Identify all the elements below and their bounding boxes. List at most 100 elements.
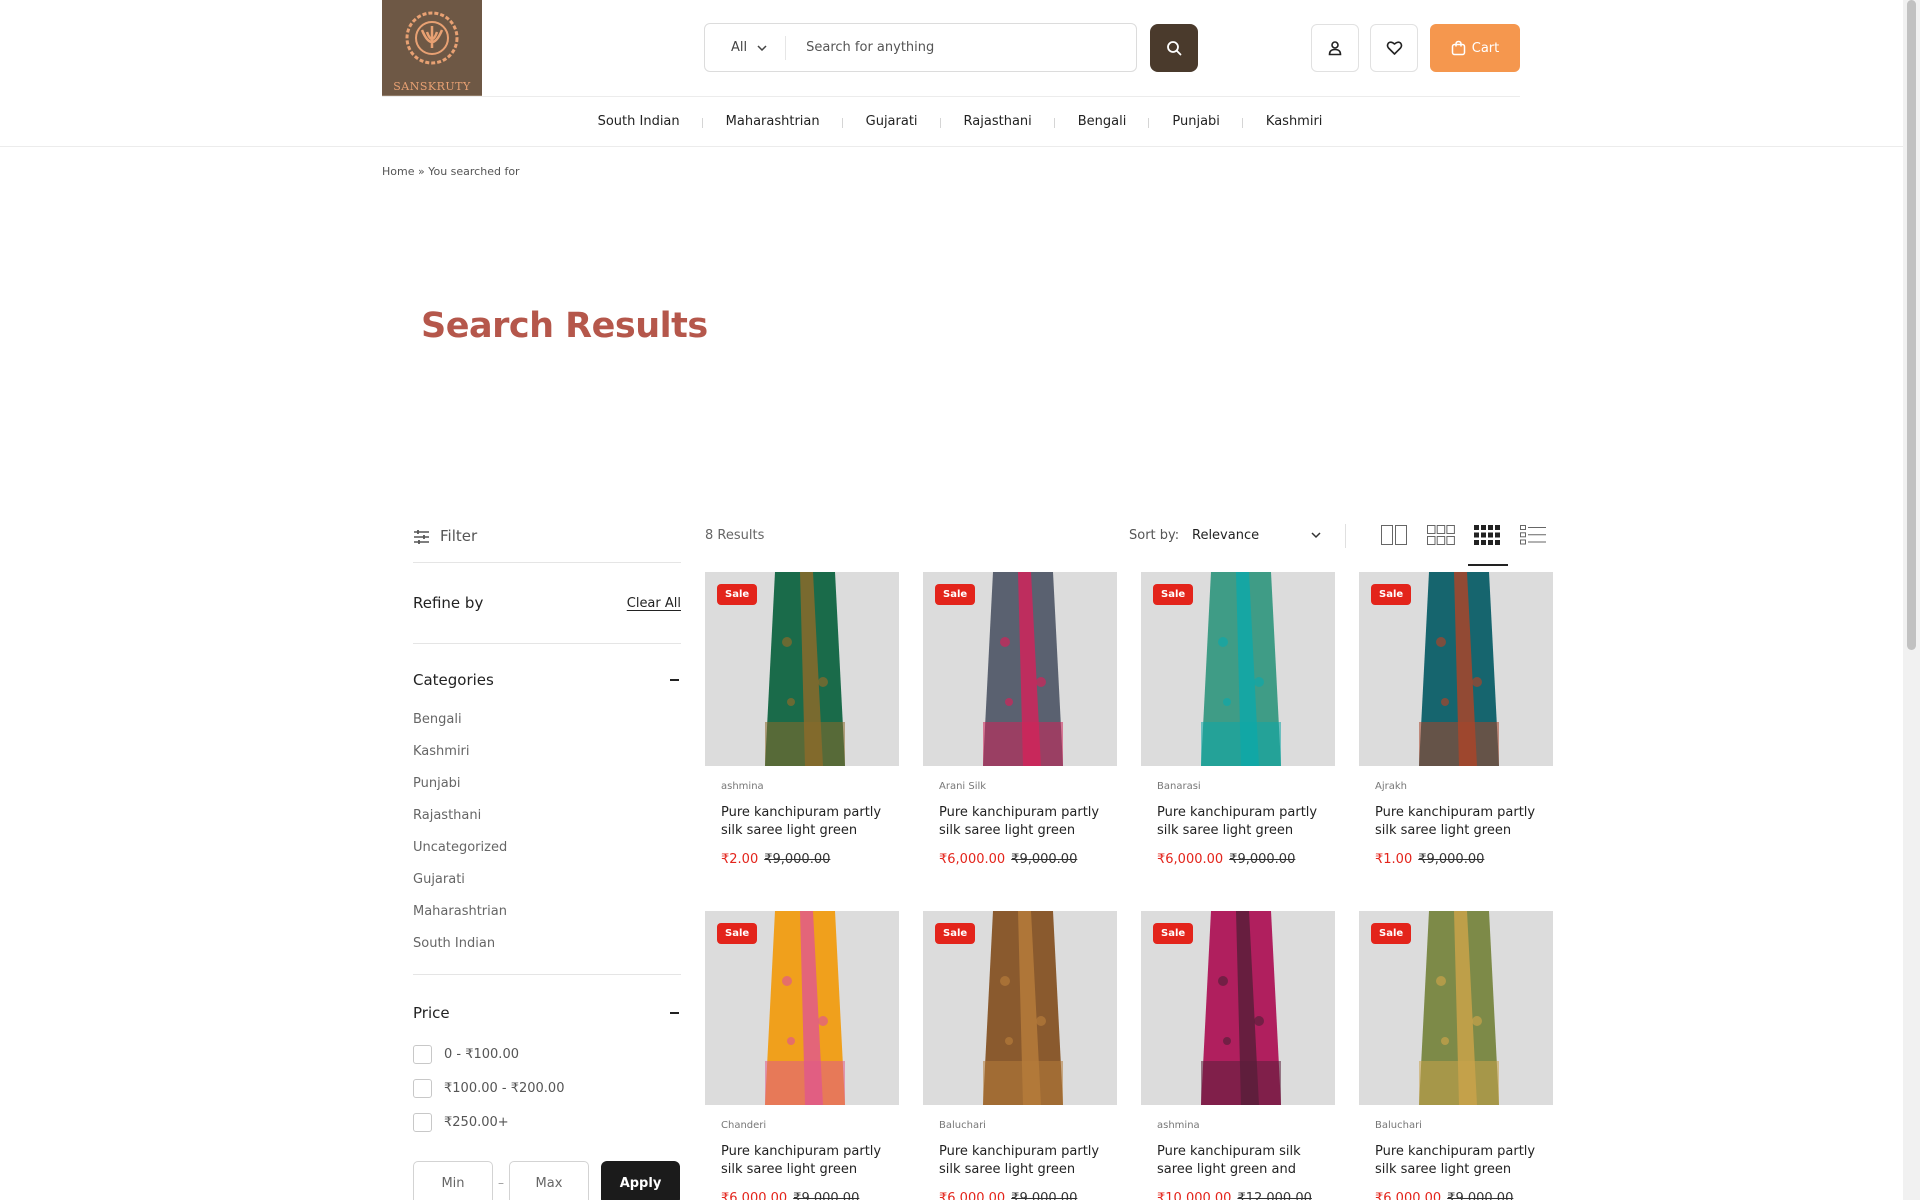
product-card[interactable]: Sale Baluchari Pure kanchipuram partly sil… <box>923 911 1117 1200</box>
product-name[interactable]: Pure kanchipuram partly silk saree light… <box>1375 1143 1537 1179</box>
category-item[interactable]: Punjabi <box>413 768 681 800</box>
product-image[interactable]: Sale <box>1359 572 1553 766</box>
regular-price: ₹9,000.00 <box>1011 1191 1078 1200</box>
product-brand[interactable]: Banarasi <box>1157 781 1319 793</box>
category-item[interactable]: Kashmiri <box>413 736 681 768</box>
search-button[interactable] <box>1150 24 1198 72</box>
sort-select[interactable]: Relevance <box>1192 528 1259 543</box>
price-checkbox[interactable] <box>413 1078 432 1098</box>
nav-item-maharashtrian[interactable]: Maharashtrian <box>701 114 843 129</box>
site-logo[interactable]: SANSKRUTY <box>382 0 482 97</box>
product-card[interactable]: Sale Banarasi Pure kanchipuram partly silk… <box>1141 572 1335 867</box>
product-image[interactable]: Sale <box>923 911 1117 1105</box>
clear-all-link[interactable]: Clear All <box>627 596 681 611</box>
product-card[interactable]: Sale ashmina Pure kanchipuram partly silk … <box>705 572 899 867</box>
product-brand[interactable]: Chanderi <box>721 1120 883 1132</box>
price-title: Price <box>413 1004 450 1022</box>
product-name[interactable]: Pure kanchipuram partly silk saree light… <box>939 1143 1101 1179</box>
product-image[interactable]: Sale <box>705 572 899 766</box>
breadcrumb[interactable]: Home » You searched for <box>382 165 520 178</box>
price-checkbox[interactable] <box>413 1112 432 1132</box>
product-brand[interactable]: Ajrakh <box>1375 781 1537 793</box>
nav-item-gujarati[interactable]: Gujarati <box>841 114 941 129</box>
categories-title: Categories <box>413 671 494 689</box>
filter-toggle[interactable]: Filter <box>413 520 681 552</box>
scrollbar-thumb[interactable] <box>1907 0 1916 650</box>
search-category-select[interactable]: All <box>705 35 787 60</box>
category-item[interactable]: Uncategorized <box>413 832 681 864</box>
product-price: ₹6,000.00 ₹9,000.00 <box>939 1191 1101 1200</box>
price-option[interactable]: 0 - ₹100.00 <box>413 1037 681 1071</box>
product-image[interactable]: Sale <box>1359 911 1553 1105</box>
refine-title: Refine by <box>413 594 484 612</box>
price-option-label: ₹250.00+ <box>444 1114 509 1130</box>
price-option[interactable]: ₹250.00+ <box>413 1105 681 1139</box>
nav-item-south-indian[interactable]: South Indian <box>575 114 703 129</box>
max-price-input[interactable] <box>509 1161 589 1200</box>
sale-price: ₹6,000.00 <box>1157 852 1224 867</box>
user-icon <box>1328 41 1342 56</box>
grid-4-columns-icon[interactable] <box>1474 525 1500 545</box>
chevron-down-icon <box>757 44 767 51</box>
apply-button[interactable]: Apply <box>601 1161 680 1200</box>
product-name[interactable]: Pure kanchipuram partly silk saree light… <box>939 804 1101 840</box>
price-option[interactable]: ₹100.00 - ₹200.00 <box>413 1071 681 1105</box>
product-card[interactable]: Sale Baluchari Pure kanchipuram partly sil… <box>1359 911 1553 1200</box>
nav-item-kashmiri[interactable]: Kashmiri <box>1241 114 1346 129</box>
regular-price: ₹9,000.00 <box>1011 852 1078 867</box>
product-card[interactable]: Sale Arani Silk Pure kanchipuram partly si… <box>923 572 1117 867</box>
product-name[interactable]: Pure kanchipuram partly silk saree light… <box>721 804 883 840</box>
product-name[interactable]: Pure kanchipuram partly silk saree light… <box>1375 804 1537 840</box>
product-name[interactable]: Pure kanchipuram partly silk saree light… <box>721 1143 883 1179</box>
grid-2-columns-icon[interactable] <box>1381 525 1407 545</box>
product-name[interactable]: Pure kanchipuram partly silk saree light… <box>1157 804 1319 840</box>
nav-item-bengali[interactable]: Bengali <box>1053 114 1150 129</box>
cart-button[interactable]: Cart <box>1430 24 1520 72</box>
product-brand[interactable]: Baluchari <box>1375 1120 1537 1132</box>
regular-price: ₹9,000.00 <box>1447 1191 1514 1200</box>
product-card[interactable]: Sale Chanderi Pure kanchipuram partly silk… <box>705 911 899 1200</box>
nav-item-rajasthani[interactable]: Rajasthani <box>939 114 1055 129</box>
product-brand[interactable]: ashmina <box>721 781 883 793</box>
category-item[interactable]: Bengali <box>413 704 681 736</box>
sale-badge: Sale <box>717 923 758 944</box>
chevron-down-icon[interactable] <box>1311 528 1321 542</box>
product-card[interactable]: Sale Ajrakh Pure kanchipuram partly silk s… <box>1359 572 1553 867</box>
product-name[interactable]: Pure kanchipuram silk saree light green … <box>1157 1143 1319 1179</box>
product-image[interactable]: Sale <box>1141 911 1335 1105</box>
min-price-input[interactable] <box>413 1161 493 1200</box>
product-image[interactable]: Sale <box>1141 572 1335 766</box>
product-card[interactable]: Sale ashmina Pure kanchipuram silk saree l… <box>1141 911 1335 1200</box>
price-header[interactable]: Price <box>413 997 681 1029</box>
collapse-minus-icon <box>670 679 679 681</box>
categories-header[interactable]: Categories <box>413 664 681 696</box>
product-image[interactable]: Sale <box>923 572 1117 766</box>
product-brand[interactable]: Arani Silk <box>939 781 1101 793</box>
category-item[interactable]: Gujarati <box>413 864 681 896</box>
price-option-label: 0 - ₹100.00 <box>444 1046 519 1062</box>
product-brand[interactable]: Baluchari <box>939 1120 1101 1132</box>
list-view-icon[interactable] <box>1520 525 1546 545</box>
sale-price: ₹10,000.00 <box>1157 1191 1232 1200</box>
main-nav: South Indian Maharashtrian Gujarati Raja… <box>0 97 1920 147</box>
divider <box>413 974 681 975</box>
cart-label: Cart <box>1471 40 1500 56</box>
category-item[interactable]: South Indian <box>413 928 681 960</box>
product-brand[interactable]: ashmina <box>1157 1120 1319 1132</box>
search-input[interactable] <box>786 24 1136 71</box>
price-checkbox[interactable] <box>413 1044 432 1064</box>
sale-badge: Sale <box>1153 584 1194 605</box>
sliders-icon <box>414 529 429 544</box>
product-price: ₹6,000.00 ₹9,000.00 <box>1375 1191 1537 1200</box>
sale-badge: Sale <box>935 923 976 944</box>
sale-price: ₹1.00 <box>1375 852 1413 867</box>
product-image[interactable]: Sale <box>705 911 899 1105</box>
grid-3-columns-icon[interactable] <box>1427 525 1455 545</box>
account-button[interactable] <box>1311 24 1359 72</box>
category-item[interactable]: Rajasthani <box>413 800 681 832</box>
category-item[interactable]: Maharashtrian <box>413 896 681 928</box>
wishlist-button[interactable] <box>1370 24 1418 72</box>
heart-icon <box>1386 41 1402 55</box>
product-price: ₹2.00 ₹9,000.00 <box>721 852 883 867</box>
nav-item-punjabi[interactable]: Punjabi <box>1148 114 1243 129</box>
